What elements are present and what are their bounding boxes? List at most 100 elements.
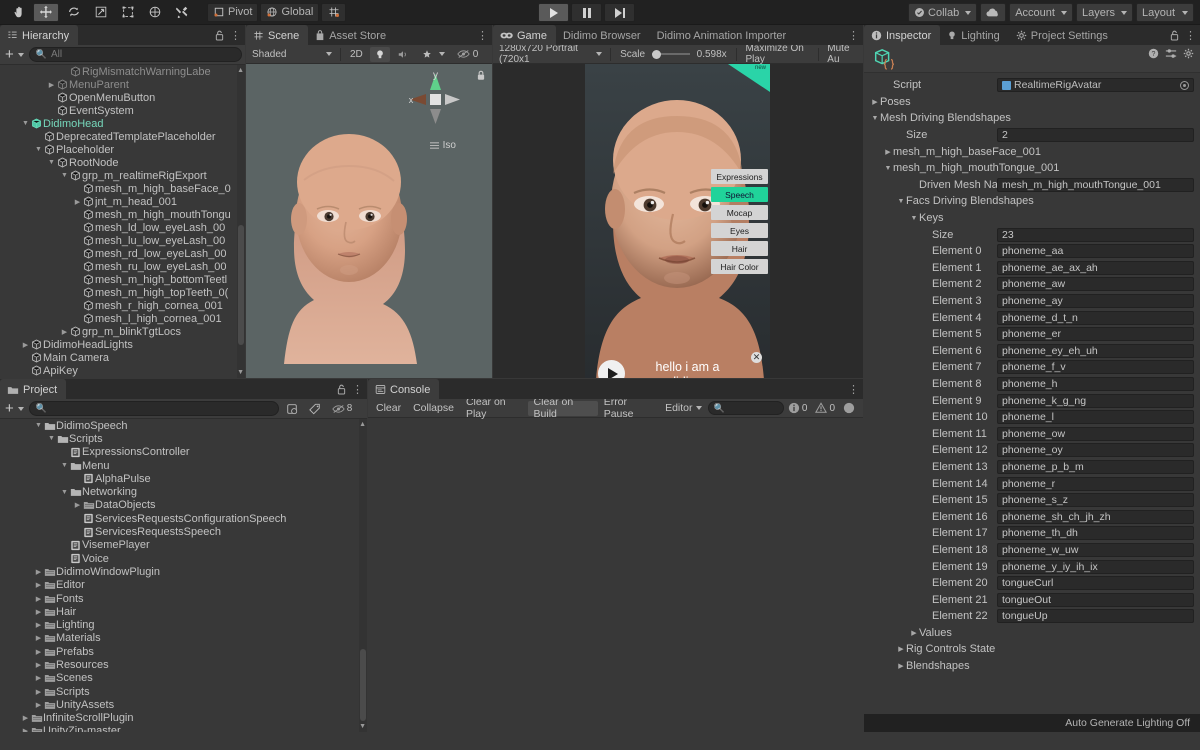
project-item-visemeplayer[interactable]: VisemePlayer bbox=[0, 539, 367, 552]
inspector-value-field[interactable]: phoneme_r bbox=[997, 476, 1194, 491]
twisty-collapsed-icon[interactable]: ▶ bbox=[34, 701, 43, 709]
inspector-row-element-10[interactable]: Element 10 phoneme_l bbox=[864, 409, 1200, 426]
twisty-collapsed-icon[interactable]: ▶ bbox=[34, 648, 43, 656]
tab-asset-store[interactable]: Asset Store bbox=[308, 25, 395, 45]
inspector-value-field[interactable]: phoneme_ae_ax_ah bbox=[997, 260, 1194, 275]
pivot-toggle-button[interactable]: Pivot bbox=[207, 2, 259, 22]
panel-menu-icon[interactable]: ⋮ bbox=[352, 383, 363, 396]
twisty-expanded-icon[interactable]: ▼ bbox=[47, 435, 56, 442]
project-item-didimowindowplugin[interactable]: ▶ DidimoWindowPlugin bbox=[0, 565, 367, 578]
project-item-networking[interactable]: ▼ Networking bbox=[0, 485, 367, 498]
twisty-collapsed-icon[interactable]: ▶ bbox=[73, 198, 82, 206]
project-search-input[interactable]: 🔍 bbox=[28, 401, 279, 416]
hierarchy-item-mesh-r-high-cornea-001[interactable]: mesh_r_high_cornea_001 bbox=[0, 299, 245, 312]
hierarchy-item-mesh-lu-low-eyelash-00[interactable]: mesh_lu_low_eyeLash_00 bbox=[0, 234, 245, 247]
lock-icon[interactable] bbox=[1170, 30, 1179, 41]
panel-menu-icon[interactable]: ⋮ bbox=[848, 383, 859, 396]
hierarchy-item-rigmismatchwarninglabe[interactable]: RigMismatchWarningLabe bbox=[0, 65, 245, 78]
project-item-fonts[interactable]: ▶ Fonts bbox=[0, 592, 367, 605]
play-audio-button[interactable] bbox=[598, 360, 625, 378]
panel-menu-icon[interactable]: ⋮ bbox=[477, 29, 488, 42]
inspector-row-element-22[interactable]: Element 22 tongueUp bbox=[864, 608, 1200, 625]
project-item-scripts[interactable]: ▶ Scripts bbox=[0, 685, 367, 698]
inspector-value-field[interactable]: 2 bbox=[997, 128, 1194, 143]
twisty-collapsed-icon[interactable]: ▶ bbox=[883, 148, 893, 156]
hierarchy-search-input[interactable]: 🔍 All bbox=[28, 47, 242, 62]
inspector-row-script[interactable]: Script RealtimeRigAvatar bbox=[864, 77, 1200, 94]
inspector-value-field[interactable]: phoneme_ow bbox=[997, 426, 1194, 441]
twisty-expanded-icon[interactable]: ▼ bbox=[60, 172, 69, 179]
scroll-up-arrow[interactable]: ▲ bbox=[237, 67, 244, 74]
hierarchy-item-grp-m-realtimerigexport[interactable]: ▼ grp_m_realtimeRigExport bbox=[0, 169, 245, 182]
twisty-expanded-icon[interactable]: ▼ bbox=[60, 489, 69, 496]
inspector-value-field[interactable]: phoneme_aw bbox=[997, 277, 1194, 292]
inspector-value-field[interactable]: phoneme_er bbox=[997, 327, 1194, 342]
project-item-unityassets[interactable]: ▶ UnityAssets bbox=[0, 698, 367, 711]
project-item-alphapulse[interactable]: AlphaPulse bbox=[0, 472, 367, 485]
project-item-servicesrequestsconfigurationspeech[interactable]: ServicesRequestsConfigurationSpeech bbox=[0, 512, 367, 525]
scene-viewport[interactable]: y x Iso bbox=[246, 64, 492, 378]
twisty-expanded-icon[interactable]: ▼ bbox=[21, 120, 30, 127]
twisty-expanded-icon[interactable]: ▼ bbox=[909, 215, 919, 222]
play-button[interactable] bbox=[538, 3, 569, 22]
hierarchy-scrollbar[interactable]: ▲ ▼ bbox=[237, 65, 245, 378]
inspector-value-field[interactable]: phoneme_d_t_n bbox=[997, 310, 1194, 325]
inspector-value-field[interactable]: tongueUp bbox=[997, 609, 1194, 624]
project-item-menu[interactable]: ▼ Menu bbox=[0, 459, 367, 472]
inspector-row-blendshapes[interactable]: ▶ Blendshapes bbox=[864, 658, 1200, 675]
resolution-dropdown[interactable]: 1280x720 Portrait (720x1 bbox=[495, 45, 606, 65]
create-object-button[interactable]: + bbox=[3, 47, 26, 62]
inspector-value-field[interactable]: phoneme_y_iy_ih_ix bbox=[997, 559, 1194, 574]
hierarchy-item-eventsystem[interactable]: EventSystem bbox=[0, 104, 245, 117]
twisty-collapsed-icon[interactable]: ▶ bbox=[60, 328, 69, 336]
twisty-collapsed-icon[interactable]: ▶ bbox=[47, 81, 56, 89]
mute-audio-button[interactable]: Mute Au bbox=[822, 45, 861, 65]
lock-icon[interactable] bbox=[337, 384, 346, 395]
custom-tool-button[interactable] bbox=[169, 3, 194, 22]
hierarchy-item-didimoheadlights[interactable]: ▶ DidimoHeadLights bbox=[0, 338, 245, 351]
twisty-expanded-icon[interactable]: ▼ bbox=[883, 165, 893, 172]
twisty-collapsed-icon[interactable]: ▶ bbox=[21, 727, 30, 732]
inspector-properties[interactable]: Script RealtimeRigAvatar ▶ Poses ▼ Mesh Drivi… bbox=[864, 73, 1200, 714]
inspector-value-field[interactable]: phoneme_k_g_ng bbox=[997, 393, 1194, 408]
tab-console[interactable]: Console bbox=[368, 379, 440, 399]
inspector-row-element-21[interactable]: Element 21 tongueOut bbox=[864, 591, 1200, 608]
scene-projection-label[interactable]: Iso bbox=[429, 140, 456, 151]
game-overlay-button-hair[interactable]: Hair bbox=[711, 241, 768, 256]
twisty-expanded-icon[interactable]: ▼ bbox=[34, 146, 43, 153]
console-warning-count[interactable]: 0 bbox=[811, 401, 839, 416]
hierarchy-item-deprecatedtemplateplaceholder[interactable]: DeprecatedTemplatePlaceholder bbox=[0, 130, 245, 143]
inspector-row-keys[interactable]: ▼ Keys bbox=[864, 210, 1200, 227]
layout-button[interactable]: Layout bbox=[1136, 3, 1194, 22]
project-visibility-toggle[interactable]: 8 bbox=[328, 403, 357, 414]
project-item-scenes[interactable]: ▶ Scenes bbox=[0, 672, 367, 685]
twisty-collapsed-icon[interactable]: ▶ bbox=[34, 608, 43, 616]
inspector-value-field[interactable]: mesh_m_high_mouthTongue_001 bbox=[997, 177, 1194, 192]
project-item-resources[interactable]: ▶ Resources bbox=[0, 658, 367, 671]
inspector-value-field[interactable]: tongueOut bbox=[997, 592, 1194, 607]
filter-by-label-button[interactable] bbox=[305, 403, 325, 415]
scroll-down-arrow[interactable]: ▼ bbox=[237, 369, 244, 376]
cloud-button[interactable] bbox=[980, 3, 1007, 22]
twisty-collapsed-icon[interactable]: ▶ bbox=[34, 621, 43, 629]
twisty-collapsed-icon[interactable]: ▶ bbox=[870, 98, 880, 106]
inspector-row-element-12[interactable]: Element 12 phoneme_oy bbox=[864, 442, 1200, 459]
project-item-scripts[interactable]: ▼ Scripts bbox=[0, 432, 367, 445]
hierarchy-item-mesh-rd-low-eyelash-00[interactable]: mesh_rd_low_eyeLash_00 bbox=[0, 247, 245, 260]
global-toggle-button[interactable]: Global bbox=[260, 2, 320, 22]
filter-by-type-button[interactable] bbox=[282, 403, 302, 415]
rect-tool-button[interactable] bbox=[115, 3, 140, 22]
hierarchy-item-openmenubutton[interactable]: OpenMenuButton bbox=[0, 91, 245, 104]
console-collapse-button[interactable]: Collapse bbox=[407, 401, 460, 416]
panel-menu-icon[interactable]: ⋮ bbox=[1185, 29, 1196, 42]
twisty-expanded-icon[interactable]: ▼ bbox=[870, 115, 880, 122]
panel-menu-icon[interactable]: ⋮ bbox=[230, 29, 241, 42]
gizmo-lock-icon[interactable] bbox=[476, 70, 486, 81]
game-overlay-button-mocap[interactable]: Mocap bbox=[711, 205, 768, 220]
create-asset-button[interactable]: + bbox=[3, 401, 26, 416]
preset-icon[interactable] bbox=[1165, 48, 1177, 59]
hierarchy-item-mesh-m-high-mouthtongu[interactable]: mesh_m_high_mouthTongu bbox=[0, 208, 245, 221]
hierarchy-item-menuparent[interactable]: ▶ MenuParent bbox=[0, 78, 245, 91]
console-error-count[interactable] bbox=[839, 401, 861, 416]
scene-orientation-gizmo[interactable]: y x bbox=[404, 68, 466, 130]
